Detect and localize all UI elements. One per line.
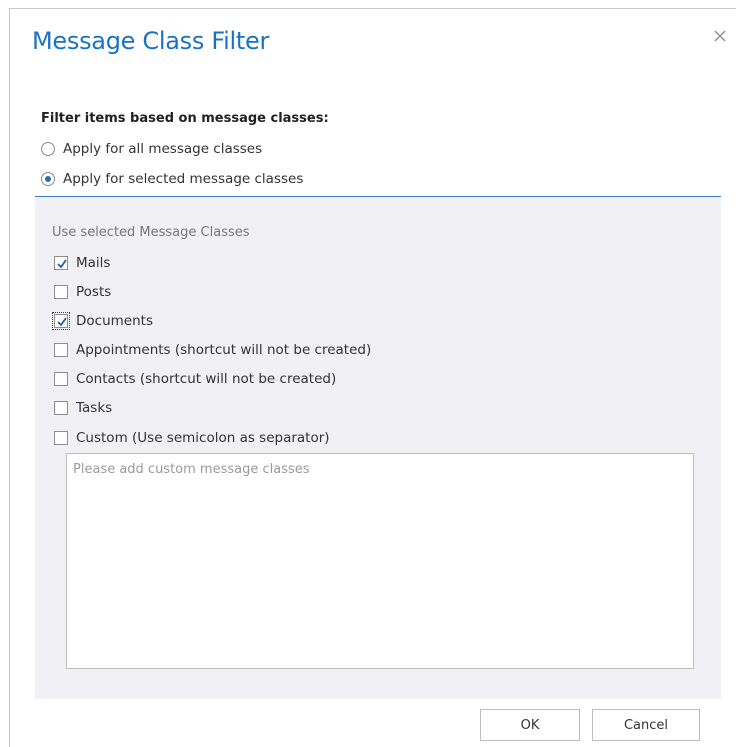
checkbox-appointments[interactable]: Appointments (shortcut will not be creat… [54,340,371,360]
filter-section-label: Filter items based on message classes: [41,111,329,126]
checkbox-label: Posts [76,284,112,300]
checkbox[interactable] [54,285,68,299]
checkbox-label: Custom (Use semicolon as separator) [76,430,330,446]
checkbox[interactable] [54,372,68,386]
custom-classes-input[interactable] [66,453,694,669]
checkbox[interactable] [54,256,68,270]
radio-apply-selected[interactable]: Apply for selected message classes [41,169,303,189]
checkbox[interactable] [54,431,68,445]
message-classes-panel: Use selected Message Classes Mails Posts… [35,197,721,699]
checkmark-icon [57,259,67,269]
ok-button[interactable]: OK [480,709,580,741]
radio-label: Apply for selected message classes [63,171,304,187]
checkbox-label: Contacts (shortcut will not be created) [76,371,337,387]
checkbox-label: Appointments (shortcut will not be creat… [76,342,372,358]
panel-caption: Use selected Message Classes [52,225,250,240]
radio-apply-all[interactable]: Apply for all message classes [41,139,262,159]
dialog-title: Message Class Filter [32,27,270,55]
checkbox-documents[interactable]: Documents [52,311,153,331]
checkbox-tasks[interactable]: Tasks [54,398,112,418]
checkbox-contacts[interactable]: Contacts (shortcut will not be created) [54,369,336,389]
checkbox-label: Tasks [76,400,113,416]
close-icon[interactable] [711,27,729,45]
checkmark-icon [57,317,67,327]
checkbox-label: Mails [76,255,111,271]
cancel-button[interactable]: Cancel [592,709,700,741]
radio-label: Apply for all message classes [63,141,263,157]
checkbox[interactable] [52,312,70,330]
message-class-filter-dialog: Message Class Filter Filter items based … [9,8,736,747]
checkbox-mails[interactable]: Mails [54,253,110,273]
checkbox[interactable] [54,401,68,415]
checkbox[interactable] [54,343,68,357]
checkbox-custom[interactable]: Custom (Use semicolon as separator) [54,428,330,448]
radio-button[interactable] [41,142,55,156]
radio-button[interactable] [41,172,55,186]
checkbox-label: Documents [76,313,153,329]
checkbox-posts[interactable]: Posts [54,282,111,302]
